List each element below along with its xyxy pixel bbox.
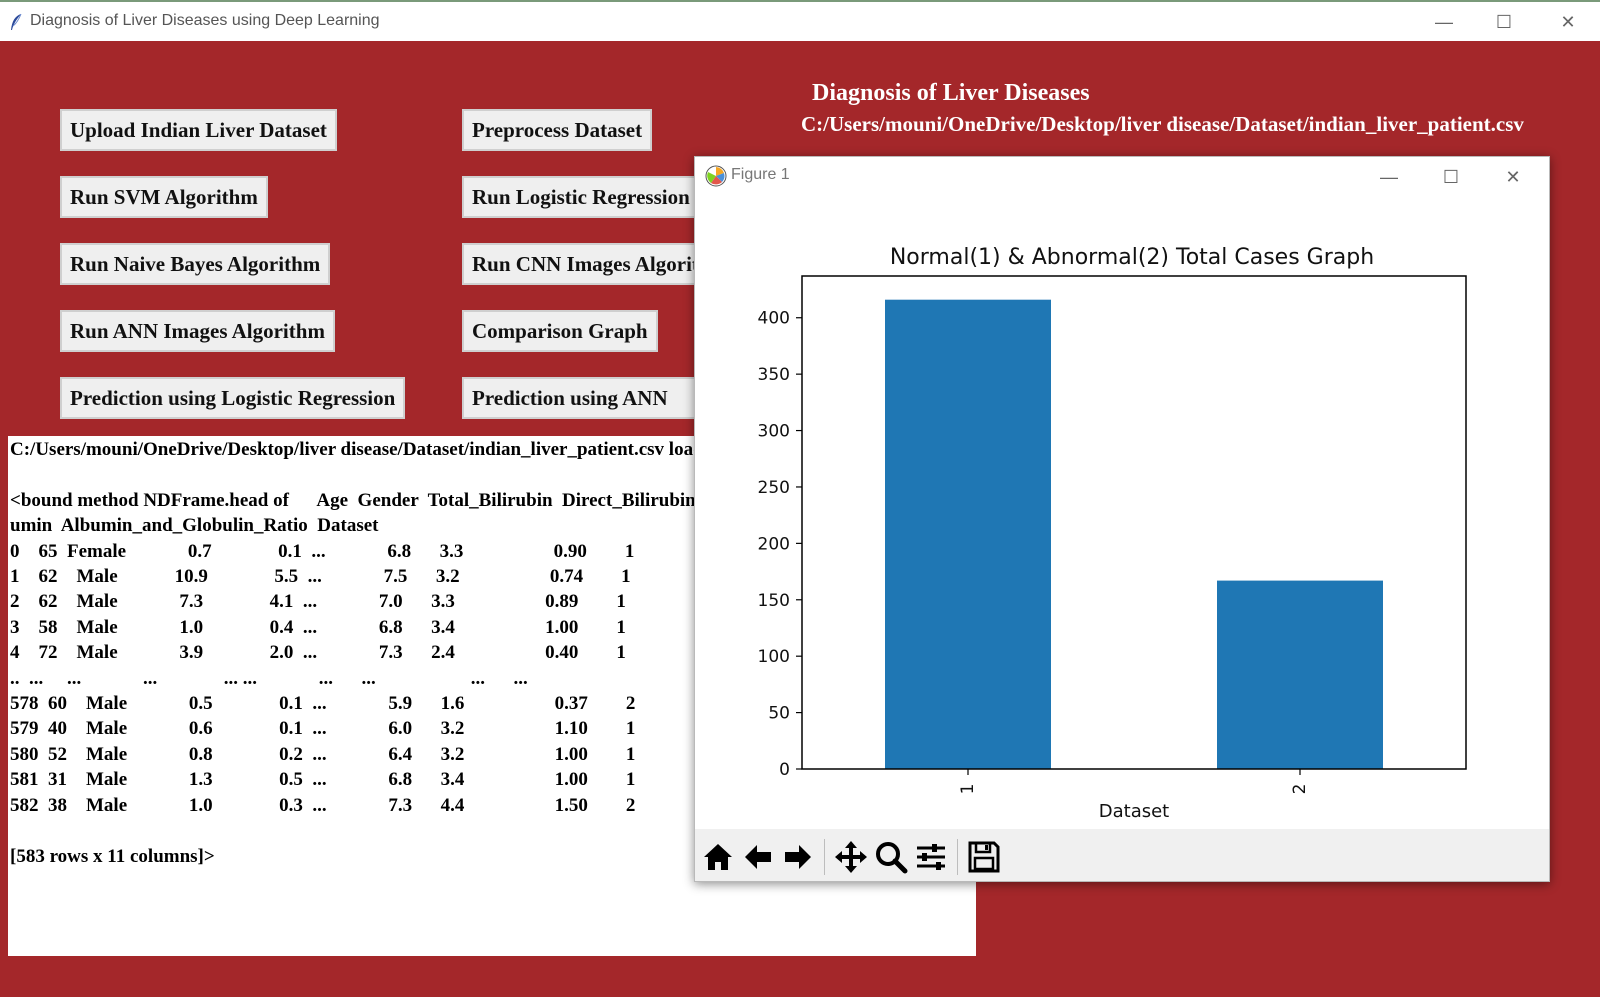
run-svm-button[interactable]: Run SVM Algorithm bbox=[60, 176, 268, 218]
chart-title: Normal(1) & Abnormal(2) Total Cases Grap… bbox=[890, 245, 1374, 270]
figure-titlebar: Figure 1 — ☐ ✕ bbox=[695, 157, 1549, 197]
y-tick-label: 200 bbox=[758, 534, 790, 554]
toolbar-separator bbox=[957, 839, 958, 875]
bar-1 bbox=[885, 299, 1051, 769]
upload-dataset-button[interactable]: Upload Indian Liver Dataset bbox=[60, 109, 337, 151]
window-titlebar: Diagnosis of Liver Diseases using Deep L… bbox=[0, 0, 1600, 41]
figure-minimize-button[interactable]: — bbox=[1377, 165, 1401, 189]
bars bbox=[885, 299, 1383, 769]
y-axis: 0 50 100 150 200 250 300 350 400 bbox=[758, 309, 802, 780]
y-tick-label: 300 bbox=[758, 422, 790, 442]
maximize-button[interactable]: ☐ bbox=[1492, 10, 1516, 34]
figure-toolbar bbox=[695, 829, 1549, 881]
feather-icon bbox=[11, 13, 22, 30]
figure-title: Figure 1 bbox=[731, 166, 790, 183]
preprocess-dataset-button[interactable]: Preprocess Dataset bbox=[462, 109, 653, 151]
matplotlib-icon bbox=[705, 165, 727, 187]
figure-window: Figure 1 — ☐ ✕ Normal(1) & Abnormal(2) T… bbox=[694, 156, 1550, 882]
home-icon[interactable] bbox=[699, 838, 737, 876]
y-tick-label: 350 bbox=[758, 365, 790, 385]
dataset-path-label: C:/Users/mouni/OneDrive/Desktop/liver di… bbox=[801, 112, 1524, 136]
y-tick-label: 400 bbox=[758, 309, 790, 329]
y-tick-label: 50 bbox=[768, 704, 790, 724]
forward-arrow-icon[interactable] bbox=[779, 838, 817, 876]
x-axis: 12 bbox=[958, 769, 1310, 794]
configure-subplots-icon[interactable] bbox=[912, 838, 950, 876]
figure-maximize-button[interactable]: ☐ bbox=[1439, 165, 1463, 189]
bar-2 bbox=[1217, 580, 1383, 769]
toolbar-separator bbox=[824, 839, 825, 875]
back-arrow-icon[interactable] bbox=[739, 838, 777, 876]
bar-chart: Normal(1) & Abnormal(2) Total Cases Grap… bbox=[758, 245, 1467, 822]
y-tick-label: 0 bbox=[779, 760, 790, 780]
predict-logistic-regression-button[interactable]: Prediction using Logistic Regression bbox=[60, 377, 406, 419]
minimize-button[interactable]: — bbox=[1432, 10, 1456, 34]
y-tick-label: 100 bbox=[758, 647, 790, 667]
plot-area: Normal(1) & Abnormal(2) Total Cases Grap… bbox=[695, 197, 1549, 825]
y-tick-label: 250 bbox=[758, 478, 790, 498]
window-title: Diagnosis of Liver Diseases using Deep L… bbox=[30, 12, 380, 29]
run-naive-bayes-button[interactable]: Run Naive Bayes Algorithm bbox=[60, 243, 331, 285]
x-axis-label: Dataset bbox=[1099, 801, 1170, 822]
page-title: Diagnosis of Liver Diseases bbox=[812, 80, 1090, 106]
save-icon[interactable] bbox=[965, 838, 1003, 876]
comparison-graph-button[interactable]: Comparison Graph bbox=[462, 310, 658, 352]
run-ann-button[interactable]: Run ANN Images Algorithm bbox=[60, 310, 335, 352]
pan-icon[interactable] bbox=[832, 838, 870, 876]
figure-close-button[interactable]: ✕ bbox=[1501, 165, 1525, 189]
close-button[interactable]: ✕ bbox=[1556, 10, 1580, 34]
x-tick-label: 1 bbox=[958, 784, 978, 795]
y-tick-label: 150 bbox=[758, 591, 790, 611]
x-tick-label: 2 bbox=[1290, 784, 1310, 795]
zoom-icon[interactable] bbox=[872, 838, 910, 876]
